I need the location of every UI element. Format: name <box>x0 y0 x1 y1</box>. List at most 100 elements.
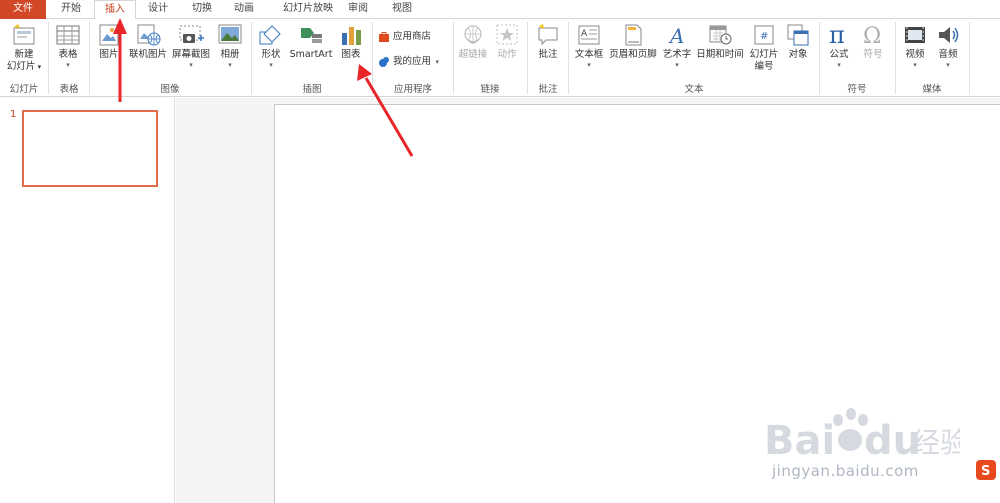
chart-button[interactable]: 图表 <box>336 24 366 61</box>
bar-chart-icon <box>342 27 361 45</box>
office-store-button[interactable]: 应用商店 <box>378 29 431 45</box>
shapes-label: 形状 <box>261 49 281 60</box>
object-label: 对象 <box>788 49 808 60</box>
svg-text:π: π <box>829 22 845 46</box>
slide-number-button[interactable]: # 幻灯片 编号 <box>746 24 782 73</box>
album-button[interactable]: 相册 ▾ <box>214 24 246 69</box>
omega-symbol-icon: Ω <box>863 24 881 46</box>
chevron-down-icon: ▾ <box>837 61 841 69</box>
slide-number-label-2: 编号 <box>754 61 774 72</box>
ribbon-tab-bar: 文件 开始 插入 设计 切换 动画 幻灯片放映 审阅 视图 <box>0 0 1000 20</box>
insert-ribbon: 新建 幻灯片 ▾ 幻灯片 表格 ▾ 表格 图片 联机图片 屏幕截图 ▾ 相册 ▾… <box>0 19 1000 97</box>
online-picture-button[interactable]: 联机图片 <box>126 24 170 61</box>
audio-button[interactable]: 音频 ▾ <box>932 24 964 69</box>
screenshot-label: 屏幕截图 <box>171 49 210 60</box>
tab-review[interactable]: 审阅 <box>340 0 376 19</box>
object-button[interactable]: 对象 <box>782 24 814 61</box>
shapes-button[interactable]: 形状 ▾ <box>256 24 286 69</box>
object-icon <box>787 24 809 46</box>
comment-button[interactable]: 批注 <box>532 24 564 61</box>
store-bag-icon <box>379 31 389 42</box>
action-label: 动作 <box>497 49 517 60</box>
date-time-button[interactable]: 日期和时间 <box>694 24 746 61</box>
photo-album-icon <box>218 24 242 44</box>
my-apps-icon <box>379 56 389 67</box>
wordart-button[interactable]: A 艺术字 ▾ <box>660 24 694 69</box>
table-label: 表格 <box>58 49 78 60</box>
shapes-icon <box>259 25 281 45</box>
audio-label: 音频 <box>938 49 958 60</box>
tab-insert[interactable]: 插入 <box>94 0 136 20</box>
slide-thumbnail[interactable] <box>22 110 158 187</box>
equation-button[interactable]: π 公式 ▾ <box>824 22 854 69</box>
header-footer-label: 页眉和页脚 <box>609 49 657 60</box>
sogou-input-icon: S <box>976 460 996 480</box>
header-footer-button[interactable]: 页眉和页脚 <box>606 24 660 61</box>
group-label-tables: 表格 <box>59 84 79 95</box>
slide-thumbnail-pane: 1 <box>0 98 175 503</box>
tab-animations[interactable]: 动画 <box>226 0 262 19</box>
album-label: 相册 <box>220 49 240 60</box>
video-label: 视频 <box>905 49 925 60</box>
new-slide-button[interactable]: 新建 幻灯片 ▾ <box>2 24 46 73</box>
wordart-label: 艺术字 <box>662 49 692 60</box>
star-action-icon <box>496 24 518 45</box>
slide-number-label-1: 幻灯片 <box>749 49 779 60</box>
symbol-label: 符号 <box>863 49 883 60</box>
tab-design[interactable]: 设计 <box>140 0 176 19</box>
textbox-label: 文本框 <box>574 49 604 60</box>
pi-equation-icon: π <box>829 22 845 46</box>
svg-text:#: # <box>760 31 768 42</box>
chart-label: 图表 <box>341 49 361 60</box>
group-label-symbols: 符号 <box>847 84 867 95</box>
table-button[interactable]: 表格 ▾ <box>52 24 84 69</box>
office-store-label: 应用商店 <box>393 31 432 42</box>
group-label-images: 图像 <box>160 84 180 95</box>
picture-button[interactable]: 图片 <box>93 24 125 61</box>
group-label-comments: 批注 <box>538 84 558 95</box>
textbox-icon: A <box>578 25 600 45</box>
tab-home[interactable]: 开始 <box>52 0 90 19</box>
table-icon <box>56 25 80 45</box>
online-picture-label: 联机图片 <box>128 49 167 60</box>
group-label-media: 媒体 <box>922 84 942 95</box>
svg-text:S: S <box>981 464 990 479</box>
textbox-button[interactable]: A 文本框 ▾ <box>572 24 606 69</box>
smartart-label: SmartArt <box>289 49 333 60</box>
screenshot-button[interactable]: 屏幕截图 ▾ <box>170 24 212 69</box>
tab-transitions[interactable]: 切换 <box>184 0 220 19</box>
svg-text:A: A <box>581 29 588 39</box>
group-label-text: 文本 <box>684 84 704 95</box>
svg-text:Bai: Bai <box>764 418 835 464</box>
online-picture-icon <box>137 24 161 46</box>
hyperlink-button[interactable]: 超链接 <box>456 24 490 61</box>
smartart-icon <box>301 28 322 43</box>
chevron-down-icon: ▾ <box>189 61 193 69</box>
new-slide-label-1: 新建 <box>14 49 34 60</box>
screenshot-icon <box>179 25 204 43</box>
tab-file[interactable]: 文件 <box>0 0 46 19</box>
film-video-icon <box>905 27 925 43</box>
symbol-button[interactable]: Ω 符号 <box>858 22 888 61</box>
new-slide-icon <box>13 24 35 45</box>
tab-slideshow[interactable]: 幻灯片放映 <box>272 0 344 19</box>
svg-text:Ω: Ω <box>863 24 881 46</box>
chevron-down-icon: ▾ <box>675 61 679 69</box>
equation-label: 公式 <box>829 49 849 60</box>
chevron-down-icon: ▾ <box>228 61 232 69</box>
chevron-down-icon: ▾ <box>431 58 439 66</box>
picture-icon <box>99 24 119 46</box>
my-apps-label: 我的应用 <box>393 56 432 67</box>
chevron-down-icon: ▾ <box>66 61 70 69</box>
action-button[interactable]: 动作 <box>492 24 522 61</box>
picture-label: 图片 <box>99 49 119 60</box>
video-button[interactable]: 视频 ▾ <box>900 24 930 69</box>
svg-text:A: A <box>668 24 684 46</box>
group-label-illustrations: 插图 <box>302 84 322 95</box>
group-label-slides: 幻灯片 <box>9 84 39 95</box>
header-footer-icon <box>625 24 642 46</box>
my-apps-button[interactable]: 我的应用 ▾ <box>378 54 439 70</box>
tab-view[interactable]: 视图 <box>384 0 420 19</box>
smartart-button[interactable]: SmartArt <box>288 24 334 61</box>
watermark-url: jingyan.baidu.com <box>772 462 919 480</box>
